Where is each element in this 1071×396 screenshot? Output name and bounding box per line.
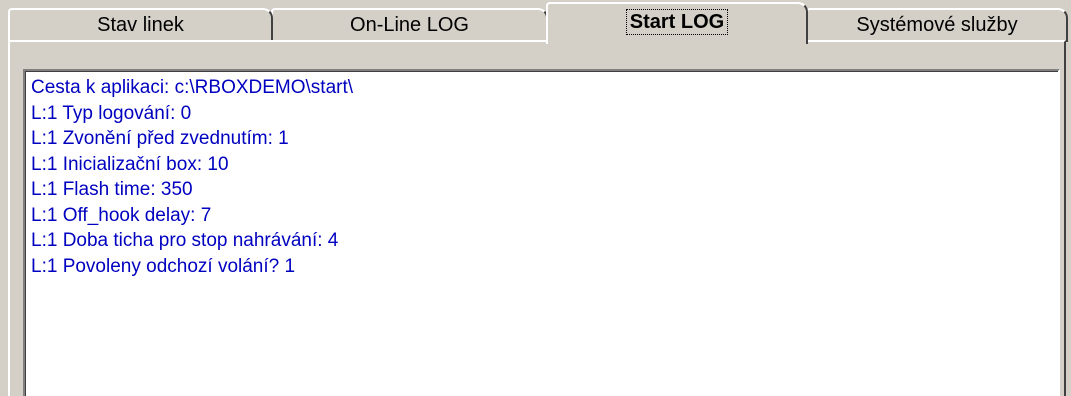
tab-systemove-sluzby[interactable]: Systémové služby: [806, 8, 1068, 42]
start-log-memo[interactable]: Cesta k aplikaci: c:\RBOXDEMO\start\ L:1…: [23, 69, 1060, 396]
log-line: L:1 Flash time: 350: [31, 179, 193, 200]
tab-label: Systémové služby: [856, 14, 1018, 36]
log-line: L:1 Doba ticha pro stop nahrávání: 4: [31, 230, 339, 251]
tab-label: Start LOG: [625, 9, 729, 35]
tab-page-start-log: Cesta k aplikaci: c:\RBOXDEMO\start\ L:1…: [8, 40, 1066, 396]
log-line: L:1 Povoleny odchozí volání? 1: [31, 255, 296, 277]
tab-online-log[interactable]: On-Line LOG: [271, 8, 548, 42]
log-line: L:1 Off_hook delay: 7: [31, 204, 212, 226]
log-line: L:1 Zvonění před zvednutím: 1: [31, 128, 289, 149]
log-line: Cesta k aplikaci: c:\RBOXDEMO\start\: [31, 77, 354, 98]
tab-label: Stav linek: [97, 14, 184, 36]
tab-label: On-Line LOG: [350, 14, 469, 36]
tab-stav-linek[interactable]: Stav linek: [8, 8, 273, 42]
start-log-window: Stav linek On-Line LOG Start LOG Systémo…: [0, 0, 1071, 396]
log-line: L:1 Typ logování: 0: [31, 102, 192, 124]
log-line: L:1 Inicializační box: 10: [31, 153, 229, 175]
tab-start-log[interactable]: Start LOG: [546, 2, 808, 44]
tab-strip: Stav linek On-Line LOG Start LOG Systémo…: [8, 2, 1068, 44]
